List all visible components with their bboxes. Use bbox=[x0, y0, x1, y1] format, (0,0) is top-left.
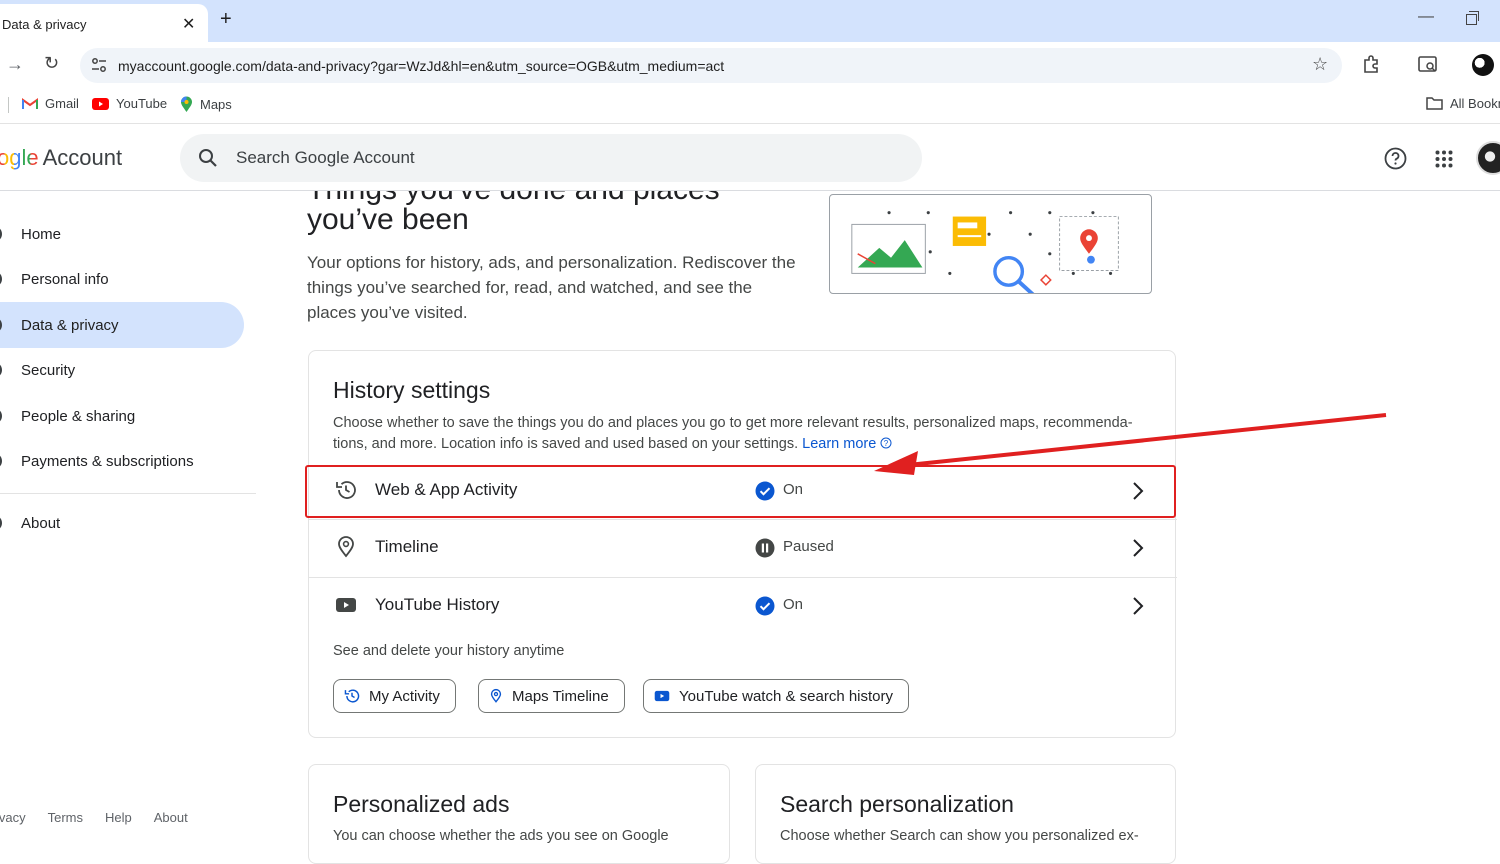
youtube-watch-search-button[interactable]: YouTube watch & search history bbox=[643, 679, 910, 713]
browser-tab[interactable]: Data & privacy ✕ bbox=[0, 4, 208, 42]
chevron-right-icon bbox=[1133, 597, 1144, 615]
maps-icon bbox=[181, 96, 192, 112]
folder-icon bbox=[1426, 97, 1443, 110]
youtube-history-row[interactable]: YouTube History On bbox=[309, 578, 1177, 634]
card-title: Search personalization bbox=[780, 791, 1014, 817]
youtube-icon bbox=[654, 690, 670, 702]
tab-title: Data & privacy bbox=[2, 17, 87, 32]
avatar[interactable] bbox=[1476, 141, 1500, 175]
personalized-ads-card[interactable]: Personalized ads You can choose whether … bbox=[308, 764, 730, 864]
url-text[interactable]: myaccount.google.com/data-and-privacy?ga… bbox=[118, 58, 724, 74]
page-heading: you’ve been bbox=[307, 203, 469, 236]
bookmark-label: Maps bbox=[200, 97, 232, 112]
browser-profile-icon[interactable] bbox=[1472, 54, 1494, 76]
browser-tab-bar: Data & privacy ✕ + — bbox=[0, 0, 1500, 42]
all-bookmarks-button[interactable]: All Bookm bbox=[1426, 96, 1500, 111]
bookmark-star-icon[interactable]: ☆ bbox=[1312, 54, 1328, 75]
youtube-icon bbox=[336, 598, 356, 612]
google-apps-icon[interactable] bbox=[1435, 150, 1453, 168]
see-delete-text: See and delete your history anytime bbox=[333, 643, 565, 659]
pause-circle-icon bbox=[755, 538, 775, 558]
extensions-icon[interactable] bbox=[1362, 54, 1382, 74]
forward-icon[interactable]: → bbox=[6, 54, 24, 75]
bookmark-label: YouTube bbox=[116, 96, 168, 111]
maps-timeline-button[interactable]: Maps Timeline bbox=[478, 679, 625, 713]
check-circle-icon bbox=[755, 596, 775, 616]
bookmark-youtube[interactable]: YouTube bbox=[92, 96, 167, 111]
account-header: ogle Account bbox=[0, 125, 1500, 191]
restore-window-icon[interactable] bbox=[1466, 11, 1479, 25]
account-search-box[interactable] bbox=[180, 134, 922, 182]
chevron-right-icon bbox=[1133, 539, 1144, 557]
logo-text: ogle bbox=[0, 145, 39, 170]
history-icon bbox=[344, 689, 360, 703]
my-activity-button[interactable]: My Activity bbox=[333, 679, 456, 713]
bookmark-label: Gmail bbox=[45, 96, 79, 111]
search-icon[interactable] bbox=[198, 148, 218, 168]
bookmark-gmail[interactable]: Gmail bbox=[22, 96, 79, 111]
history-settings-title: History settings bbox=[333, 377, 491, 403]
main-content: Things you've done and places you’ve bee… bbox=[0, 173, 1500, 864]
card-title: Personalized ads bbox=[333, 791, 510, 817]
bookmarks-divider bbox=[8, 97, 9, 113]
annotation-arrow bbox=[874, 413, 1387, 475]
location-pin-icon bbox=[490, 688, 502, 703]
all-bookmarks-label: All Bookm bbox=[1450, 96, 1500, 111]
timeline-row[interactable]: Timeline Paused bbox=[309, 520, 1177, 576]
google-account-logo[interactable]: ogle Account bbox=[0, 145, 122, 171]
search-input[interactable] bbox=[236, 146, 836, 170]
tab-search-icon[interactable] bbox=[1418, 56, 1438, 74]
bookmarks-bar: Gmail YouTube Maps All Bookm bbox=[0, 88, 1500, 124]
reload-icon[interactable]: ↻ bbox=[44, 53, 59, 74]
row-status: On bbox=[783, 596, 804, 613]
chip-label: My Activity bbox=[369, 687, 440, 705]
row-status: Paused bbox=[783, 538, 834, 555]
search-personalization-card[interactable]: Search personalization Choose whether Se… bbox=[755, 764, 1176, 864]
browser-toolbar: → ↻ myaccount.google.com/data-and-privac… bbox=[0, 42, 1500, 88]
chip-label: Maps Timeline bbox=[512, 687, 609, 705]
new-tab-button[interactable]: + bbox=[220, 8, 232, 31]
gmail-icon bbox=[22, 97, 38, 109]
youtube-icon bbox=[92, 97, 109, 110]
card-description: You can choose whether the ads you see o… bbox=[333, 828, 669, 844]
location-pin-icon bbox=[338, 536, 354, 558]
history-illustration bbox=[829, 194, 1152, 294]
tab-close-icon[interactable]: ✕ bbox=[182, 14, 195, 34]
site-info-icon[interactable] bbox=[90, 56, 108, 74]
page-intro: Your options for history, ads, and perso… bbox=[307, 253, 796, 322]
row-label: YouTube History bbox=[375, 595, 500, 614]
address-bar[interactable]: myaccount.google.com/data-and-privacy?ga… bbox=[80, 48, 1342, 83]
help-icon[interactable] bbox=[1384, 147, 1407, 170]
minimize-icon[interactable]: — bbox=[1418, 8, 1434, 26]
chip-label: YouTube watch & search history bbox=[679, 687, 894, 705]
bookmark-maps[interactable]: Maps bbox=[180, 96, 232, 113]
card-description: Choose whether Search can show you perso… bbox=[780, 828, 1139, 844]
logo-product: Account bbox=[42, 145, 123, 170]
row-label: Timeline bbox=[375, 537, 439, 556]
